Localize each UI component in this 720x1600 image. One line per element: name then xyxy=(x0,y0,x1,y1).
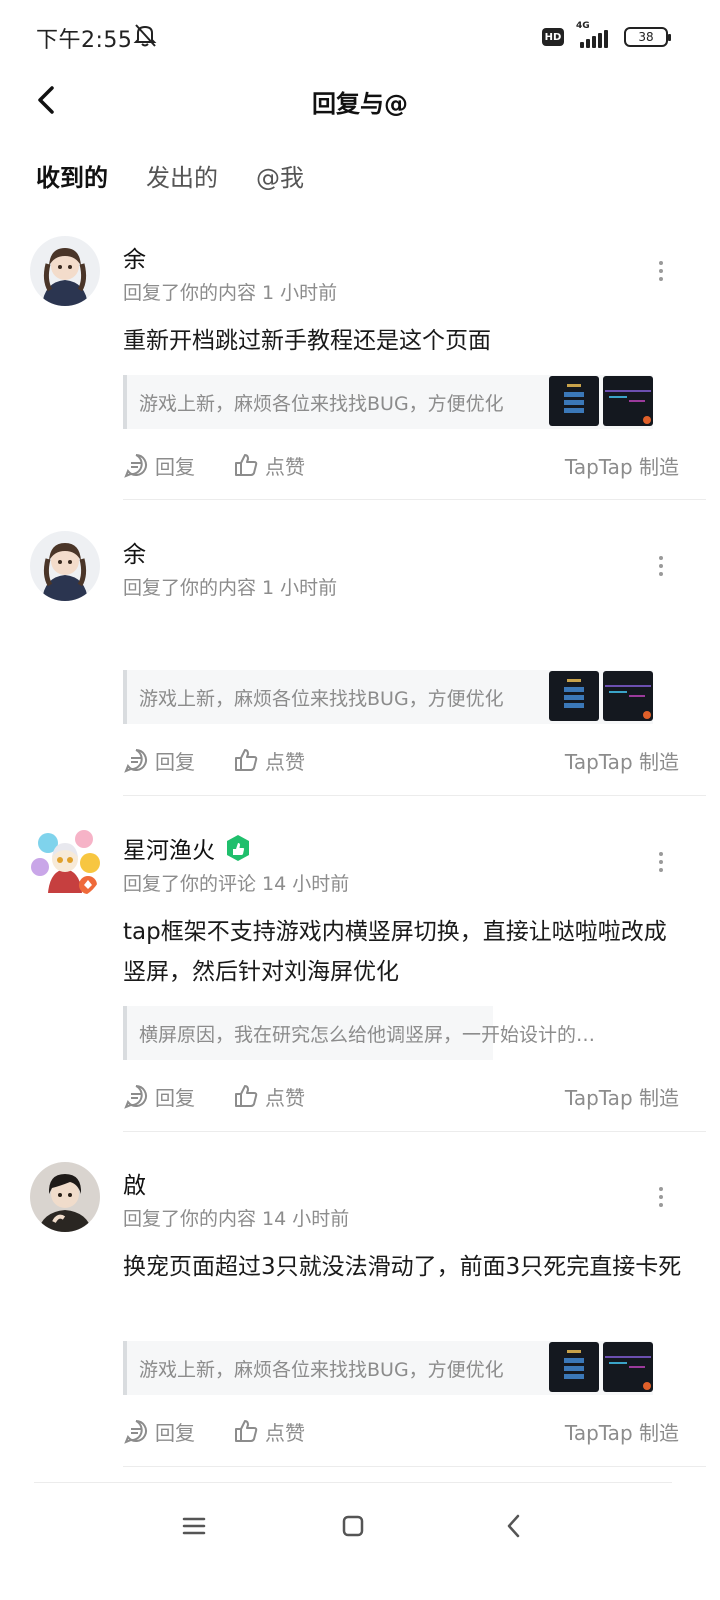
thumbs-up-icon xyxy=(235,454,258,476)
avatar[interactable] xyxy=(26,823,104,901)
back-icon[interactable] xyxy=(500,1512,528,1540)
status-bar: 下午2:55 HD 4G 38 xyxy=(0,0,720,72)
thumbnails xyxy=(549,1342,653,1392)
like-button[interactable]: 点赞 xyxy=(233,451,305,480)
verified-badge-icon xyxy=(227,835,249,861)
comment-icon xyxy=(124,1085,147,1109)
quoted-post[interactable]: 游戏上新，麻烦各位来找找BUG，方便优化 xyxy=(123,375,653,429)
like-label: 点赞 xyxy=(265,1420,305,1445)
maker-label: TapTap 制造 xyxy=(564,454,679,479)
divider xyxy=(34,1482,672,1483)
home-icon[interactable] xyxy=(339,1512,367,1540)
reply-label: 回复 xyxy=(155,1085,195,1110)
comment-icon xyxy=(124,454,147,478)
more-options-icon[interactable] xyxy=(658,1186,664,1208)
more-options-icon[interactable] xyxy=(658,851,664,873)
signal-icon: 4G xyxy=(574,21,614,50)
thumbnail-image[interactable] xyxy=(549,1342,599,1392)
thumbnail-image[interactable] xyxy=(603,1342,653,1392)
avatar[interactable] xyxy=(30,531,100,601)
quoted-post[interactable]: 游戏上新，麻烦各位来找找BUG，方便优化 xyxy=(123,670,653,724)
system-nav-bar xyxy=(0,1500,720,1552)
action-bar: 回复 点赞 TapTap 制造 xyxy=(123,1415,679,1447)
reply-label: 回复 xyxy=(155,749,195,774)
like-button[interactable]: 点赞 xyxy=(233,1082,305,1111)
tab-mentions[interactable]: @我 xyxy=(256,158,304,201)
notification-item[interactable]: 星河渔火 回复了你的评论 14 小时前 tap框架不支持游戏内横竖屏切换，直接让… xyxy=(0,811,720,1132)
thumbs-up-icon xyxy=(235,749,258,771)
divider xyxy=(123,795,706,796)
action-bar: 回复 点赞 TapTap 制造 xyxy=(123,449,679,481)
thumbs-up-icon xyxy=(235,1420,258,1442)
like-label: 点赞 xyxy=(265,1085,305,1110)
reply-content: tap框架不支持游戏内横竖屏切换，直接让哒啦啦改成竖屏，然后针对刘海屏优化 xyxy=(123,919,667,985)
avatar[interactable] xyxy=(30,236,100,306)
user-name[interactable]: 啟 xyxy=(123,1166,146,1200)
avatar[interactable] xyxy=(30,1162,100,1232)
status-time: 下午2:55 xyxy=(36,28,133,53)
user-name[interactable]: 余 xyxy=(123,535,146,569)
reply-content: 重新开档跳过新手教程还是这个页面 xyxy=(123,328,491,354)
thumbnails xyxy=(549,376,653,426)
tab-bar: 收到的 发出的 @我 xyxy=(36,158,304,201)
reply-button[interactable]: 回复 xyxy=(123,1417,195,1446)
notification-meta: 回复了你的内容 1 小时前 xyxy=(123,282,338,304)
divider xyxy=(123,499,706,500)
quoted-text: 游戏上新，麻烦各位来找找BUG，方便优化 xyxy=(139,392,504,415)
maker-label: TapTap 制造 xyxy=(564,749,679,774)
thumbnail-image[interactable] xyxy=(603,671,653,721)
notification-item[interactable]: 余 回复了你的内容 1 小时前 重新开档跳过新手教程还是这个页面 游戏上新，麻烦… xyxy=(0,220,720,500)
like-label: 点赞 xyxy=(265,454,305,479)
user-name[interactable]: 星河渔火 xyxy=(123,831,215,865)
thumbnail-image[interactable] xyxy=(603,376,653,426)
thumbnail-image[interactable] xyxy=(549,671,599,721)
like-button[interactable]: 点赞 xyxy=(233,746,305,775)
like-button[interactable]: 点赞 xyxy=(233,1417,305,1446)
maker-label: TapTap 制造 xyxy=(564,1420,679,1445)
reply-content: 换宠页面超过3只就没法滑动了，前面3只死完直接卡死 xyxy=(123,1254,682,1280)
notification-meta: 回复了你的内容 1 小时前 xyxy=(123,577,338,599)
menu-icon[interactable] xyxy=(180,1512,208,1540)
page-title: 回复与@ xyxy=(312,90,408,118)
more-options-icon[interactable] xyxy=(658,260,664,282)
notification-item[interactable]: 余 回复了你的内容 1 小时前 游戏上新，麻烦各位来找找BUG，方便优化 回复 xyxy=(0,515,720,796)
user-name[interactable]: 余 xyxy=(123,240,146,274)
comment-icon xyxy=(124,749,147,773)
notification-meta: 回复了你的内容 14 小时前 xyxy=(123,1208,350,1230)
thumbnail-image[interactable] xyxy=(549,376,599,426)
divider xyxy=(123,1131,706,1132)
divider xyxy=(123,1466,706,1467)
notification-meta: 回复了你的评论 14 小时前 xyxy=(123,873,350,895)
quoted-post[interactable]: 横屏原因，我在研究怎么给他调竖屏，一开始设计的… xyxy=(123,1006,595,1060)
reply-label: 回复 xyxy=(155,454,195,479)
tab-sent[interactable]: 发出的 xyxy=(146,158,218,201)
comment-icon xyxy=(124,1420,147,1444)
thumbs-up-icon xyxy=(235,1085,258,1107)
like-label: 点赞 xyxy=(265,749,305,774)
reply-button[interactable]: 回复 xyxy=(123,746,195,775)
bell-off-icon xyxy=(133,24,157,47)
thumbnails xyxy=(549,671,653,721)
tab-received[interactable]: 收到的 xyxy=(36,158,108,201)
reply-button[interactable]: 回复 xyxy=(123,1082,195,1111)
header: 回复与@ xyxy=(0,72,720,128)
quoted-text: 游戏上新，麻烦各位来找找BUG，方便优化 xyxy=(139,687,504,710)
quoted-post[interactable]: 游戏上新，麻烦各位来找找BUG，方便优化 xyxy=(123,1341,653,1395)
maker-label: TapTap 制造 xyxy=(564,1085,679,1110)
battery-level: 38 xyxy=(638,30,654,44)
battery-icon: 38 xyxy=(624,27,671,47)
reply-label: 回复 xyxy=(155,1420,195,1445)
action-bar: 回复 点赞 TapTap 制造 xyxy=(123,744,679,776)
hd-badge: HD xyxy=(542,28,564,46)
quoted-text: 横屏原因，我在研究怎么给他调竖屏，一开始设计的… xyxy=(139,1023,596,1046)
more-options-icon[interactable] xyxy=(658,555,664,577)
quoted-text: 游戏上新，麻烦各位来找找BUG，方便优化 xyxy=(139,1358,504,1381)
action-bar: 回复 点赞 TapTap 制造 xyxy=(123,1080,679,1112)
reply-button[interactable]: 回复 xyxy=(123,451,195,480)
notification-item[interactable]: 啟 回复了你的内容 14 小时前 换宠页面超过3只就没法滑动了，前面3只死完直接… xyxy=(0,1146,720,1467)
